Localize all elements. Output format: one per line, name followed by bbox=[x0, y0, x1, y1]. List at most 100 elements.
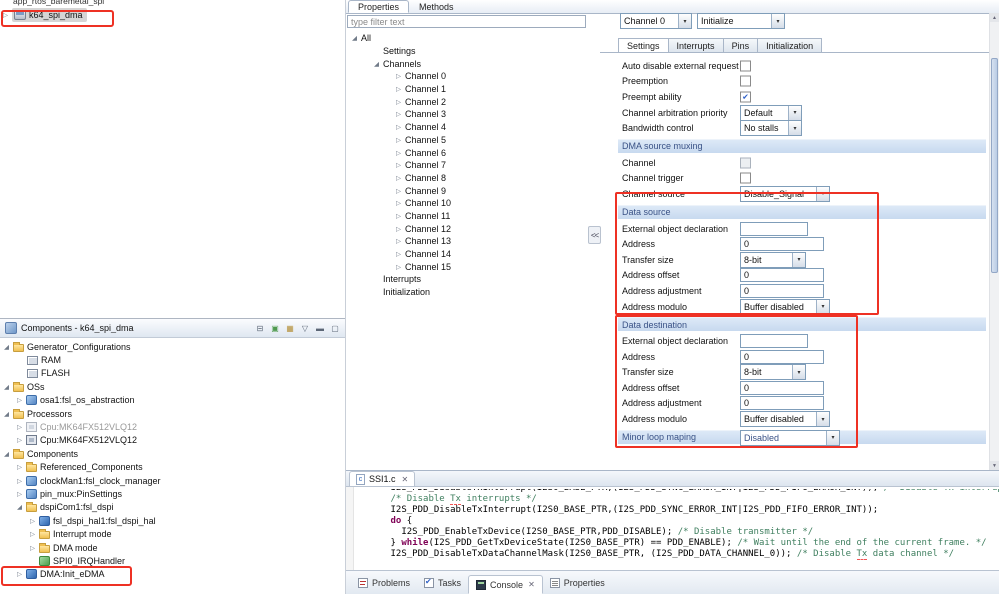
expand-icon[interactable]: ▷ bbox=[396, 98, 405, 106]
collapse-icon[interactable]: ◢ bbox=[4, 450, 13, 458]
expand-icon[interactable]: ▷ bbox=[30, 517, 39, 525]
tree-item-processors[interactable]: ◢ Processors bbox=[0, 407, 345, 420]
collapse-icon[interactable]: ◢ bbox=[4, 343, 13, 351]
tree-item-settings[interactable]: Settings bbox=[346, 45, 588, 58]
expand-icon[interactable]: ▷ bbox=[17, 570, 26, 578]
tab-console[interactable]: Console ✕ bbox=[468, 575, 543, 594]
channel-select[interactable]: Channel 0 ▾ bbox=[620, 13, 692, 29]
expand-icon[interactable]: ▷ bbox=[396, 237, 405, 245]
chevron-down-icon[interactable]: ▾ bbox=[816, 412, 829, 427]
chevron-down-icon[interactable]: ▾ bbox=[678, 14, 691, 28]
tab-initialization[interactable]: Initialization bbox=[758, 38, 823, 53]
collapse-icon[interactable]: ◢ bbox=[4, 410, 13, 418]
tab-settings[interactable]: Settings bbox=[618, 38, 669, 53]
tree-item-initialization[interactable]: Initialization bbox=[346, 286, 588, 299]
tree-item-cpu-mk64fx512vlq12[interactable]: ▷ Cpu:MK64FX512VLQ12 bbox=[0, 434, 345, 447]
tree-item-channel-4[interactable]: ▷ Channel 4 bbox=[346, 121, 588, 134]
expand-icon[interactable]: ▷ bbox=[17, 396, 26, 404]
code-area[interactable]: I2S_PDD_DisableTxInterrupt(I2S0_BASE_PTR… bbox=[346, 487, 999, 570]
chevron-down-icon[interactable]: ▾ bbox=[826, 430, 839, 445]
expand-icon[interactable]: ▷ bbox=[396, 225, 405, 233]
collapse-all-icon[interactable]: ⊟ bbox=[253, 321, 267, 335]
expand-icon[interactable]: ▷ bbox=[396, 187, 405, 195]
tree-item-components[interactable]: ◢ Components bbox=[0, 447, 345, 460]
tree-item-channel-12[interactable]: ▷ Channel 12 bbox=[346, 222, 588, 235]
expand-icon[interactable]: ▷ bbox=[17, 436, 26, 444]
method-select[interactable]: Initialize ▾ bbox=[697, 13, 785, 29]
code-line[interactable]: I2S_PDD_EnableTxDevice(I2S0_BASE_PTR,PDD… bbox=[358, 527, 999, 538]
collapse-icon[interactable]: ◢ bbox=[4, 383, 13, 391]
view-menu-icon[interactable]: ▽ bbox=[298, 321, 312, 335]
minor-loop-maping-combo[interactable]: Disabled ▾ bbox=[740, 429, 840, 446]
filter-icon[interactable]: ▦ bbox=[283, 321, 297, 335]
filter-input[interactable] bbox=[347, 15, 586, 28]
expand-icon[interactable]: ▷ bbox=[30, 544, 39, 552]
tree-item-interrupts[interactable]: Interrupts bbox=[346, 273, 588, 286]
expand-icon[interactable]: ▷ bbox=[396, 72, 405, 80]
tree-item-oss[interactable]: ◢ OSs bbox=[0, 380, 345, 393]
channel-trigger-checkbox[interactable] bbox=[740, 172, 751, 184]
tree-item-dma-mode[interactable]: ▷ DMA mode bbox=[0, 541, 345, 554]
expand-icon[interactable]: ▷ bbox=[396, 161, 405, 169]
scroll-up-icon[interactable]: ▲ bbox=[990, 13, 999, 22]
project-selection[interactable]: k64_spi_dma bbox=[12, 8, 87, 22]
collapse-icon[interactable]: ◢ bbox=[17, 503, 26, 511]
tree-item-channel-15[interactable]: ▷ Channel 15 bbox=[346, 260, 588, 273]
tree-item-channel-10[interactable]: ▷ Channel 10 bbox=[346, 197, 588, 210]
tree-item-channel-14[interactable]: ▷ Channel 14 bbox=[346, 248, 588, 261]
tree-item-cpu-mk64fx512vlq12[interactable]: ▷ Cpu:MK64FX512VLQ12 bbox=[0, 420, 345, 433]
project-row-k64-spi-dma[interactable]: ▷ k64_spi_dma bbox=[0, 7, 345, 27]
tree-item-channel-6[interactable]: ▷ Channel 6 bbox=[346, 146, 588, 159]
tab-problems[interactable]: Problems bbox=[351, 574, 417, 591]
tree-item-clockman1-fsl-clock-manager[interactable]: ▷ clockMan1:fsl_clock_manager bbox=[0, 474, 345, 487]
expand-icon[interactable]: ▷ bbox=[396, 250, 405, 258]
tree-item-interrupt-mode[interactable]: ▷ Interrupt mode bbox=[0, 527, 345, 540]
tree-item-channel-13[interactable]: ▷ Channel 13 bbox=[346, 235, 588, 248]
transfer-size-combo[interactable]: 8-bit ▾ bbox=[740, 251, 806, 268]
tree-item-referenced-components[interactable]: ▷ Referenced_Components bbox=[0, 461, 345, 474]
close-icon[interactable]: ✕ bbox=[402, 475, 409, 484]
expand-icon[interactable]: ▷ bbox=[17, 477, 26, 485]
categories-icon[interactable]: ▣ bbox=[268, 321, 282, 335]
bandwidth-control-combo[interactable]: No stalls ▾ bbox=[740, 120, 802, 137]
address-input[interactable]: 0 bbox=[740, 349, 824, 364]
tab-properties[interactable]: Properties bbox=[348, 0, 410, 13]
code-line[interactable]: } while(I2S_PDD_GetTxDeviceState(I2S0_BA… bbox=[358, 538, 999, 549]
address-adjustment-input[interactable]: 0 bbox=[740, 396, 824, 411]
expand-icon[interactable]: ▷ bbox=[17, 490, 26, 498]
code-line[interactable]: I2S_PDD_DisableTxInterrupt(I2S0_BASE_PTR… bbox=[358, 505, 999, 516]
expand-icon[interactable]: ▷ bbox=[396, 123, 405, 131]
expand-icon[interactable]: ▷ bbox=[396, 85, 405, 93]
expand-icon[interactable]: ▷ bbox=[396, 174, 405, 182]
expand-icon[interactable]: ▷ bbox=[3, 11, 12, 19]
auto-disable-external-request-checkbox[interactable] bbox=[740, 60, 751, 72]
tree-item-dma-init-edma[interactable]: ▷ DMA:Init_eDMA bbox=[0, 565, 345, 587]
tree-item-osa1-fsl-os-abstraction[interactable]: ▷ osa1:fsl_os_abstraction bbox=[0, 394, 345, 407]
chevron-down-icon[interactable]: ▾ bbox=[792, 365, 805, 380]
transfer-size-combo[interactable]: 8-bit ▾ bbox=[740, 364, 806, 381]
external-object-declaration-input[interactable] bbox=[740, 334, 808, 349]
external-object-declaration-input[interactable] bbox=[740, 221, 808, 236]
minimize-icon[interactable]: ▬ bbox=[313, 321, 327, 335]
expand-icon[interactable]: ▷ bbox=[396, 110, 405, 118]
tree-item-channel-5[interactable]: ▷ Channel 5 bbox=[346, 134, 588, 147]
collapse-icon[interactable]: ◢ bbox=[352, 34, 361, 42]
tree-item-channel-8[interactable]: ▷ Channel 8 bbox=[346, 172, 588, 185]
address-offset-input[interactable]: 0 bbox=[740, 268, 824, 283]
close-icon[interactable]: ✕ bbox=[528, 580, 535, 589]
tree-item-pin-mux-pinsettings[interactable]: ▷ pin_mux:PinSettings bbox=[0, 487, 345, 500]
tree-item-generator-configurations[interactable]: ◢ Generator_Configurations bbox=[0, 340, 345, 353]
tree-item-all[interactable]: ◢ All bbox=[346, 32, 588, 45]
tree-item-channel-9[interactable]: ▷ Channel 9 bbox=[346, 184, 588, 197]
tab-interrupts[interactable]: Interrupts bbox=[668, 38, 724, 53]
address-adjustment-input[interactable]: 0 bbox=[740, 283, 824, 298]
chevron-down-icon[interactable]: ▾ bbox=[816, 186, 829, 201]
expand-icon[interactable]: ▷ bbox=[396, 212, 405, 220]
tree-item-channel-3[interactable]: ▷ Channel 3 bbox=[346, 108, 588, 121]
tree-item-channel-7[interactable]: ▷ Channel 7 bbox=[346, 159, 588, 172]
tree-item-channel-0[interactable]: ▷ Channel 0 bbox=[346, 70, 588, 83]
expand-icon[interactable]: ▷ bbox=[17, 423, 26, 431]
address-modulo-combo[interactable]: Buffer disabled ▾ bbox=[740, 298, 830, 315]
code-line[interactable]: do { bbox=[358, 516, 999, 527]
tree-item-channel-1[interactable]: ▷ Channel 1 bbox=[346, 83, 588, 96]
